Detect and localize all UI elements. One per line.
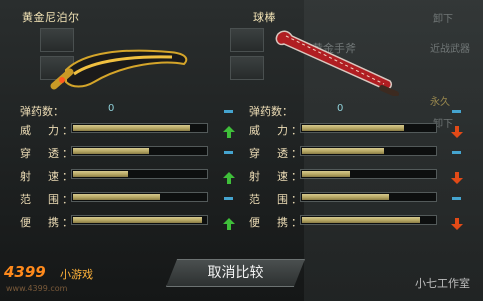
left-firerate-label: 射 速：: [20, 170, 76, 183]
left-firerate-bar: [71, 169, 208, 179]
right-firerate-down-icon: [451, 169, 463, 184]
left-range-same-icon: [223, 192, 235, 204]
left-penetration-same-icon: [223, 146, 235, 158]
right-power-down-icon: [451, 123, 463, 138]
right-portability-down-icon: [451, 215, 463, 230]
left-power-bar: [71, 123, 208, 133]
right-penetration-label: 穿 透：: [249, 147, 305, 160]
bg-category: 近战武器: [430, 44, 470, 55]
left-portability-up-icon: [223, 215, 235, 230]
right-penetration-bar: [300, 146, 437, 156]
right-range-same-icon: [451, 192, 463, 204]
left-ammo-value: 0: [108, 103, 115, 114]
right-penetration-same-icon: [451, 146, 463, 158]
baseball-bat-icon: [275, 30, 399, 96]
right-portability-label: 便 携：: [249, 216, 305, 229]
left-firerate-up-icon: [223, 169, 235, 184]
left-weapon-name: 黄金尼泊尔: [22, 11, 80, 24]
right-firerate-label: 射 速：: [249, 170, 305, 183]
left-power-label: 威 力：: [20, 124, 76, 137]
site-logo: 4399: [4, 263, 46, 281]
right-range-label: 范 围：: [249, 193, 305, 206]
left-portability-bar: [71, 215, 208, 225]
left-portability-label: 便 携：: [20, 216, 76, 229]
site-url: www.4399.com: [6, 284, 68, 293]
left-penetration-bar: [71, 146, 208, 156]
ammo-row: 弹药数： 0 弹药数： 0: [0, 103, 483, 118]
left-ammo-same-icon: [223, 105, 235, 117]
bg-unload-label-1: 卸下: [433, 14, 453, 25]
left-ammo-label: 弹药数：: [20, 105, 64, 118]
right-portability-bar: [300, 215, 437, 225]
right-slot-1: [230, 28, 264, 52]
watermark: 小七工作室: [415, 277, 470, 290]
right-range-bar: [300, 192, 437, 202]
left-range-label: 范 围：: [20, 193, 76, 206]
site-logo-subtitle: 小游戏: [60, 268, 93, 281]
left-power-up-icon: [223, 123, 235, 138]
left-range-bar: [71, 192, 208, 202]
right-ammo-value: 0: [337, 103, 344, 114]
cancel-compare-button[interactable]: 取消比较: [166, 259, 305, 287]
right-ammo-label: 弹药数：: [249, 105, 293, 118]
right-power-label: 威 力：: [249, 124, 305, 137]
right-weapon-name: 球棒: [253, 11, 276, 24]
right-ammo-same-icon: [451, 105, 463, 117]
right-slot-2: [230, 56, 264, 80]
right-firerate-bar: [300, 169, 437, 179]
right-power-bar: [300, 123, 437, 133]
left-penetration-label: 穿 透：: [20, 147, 76, 160]
golden-kukri-icon: [50, 49, 188, 90]
